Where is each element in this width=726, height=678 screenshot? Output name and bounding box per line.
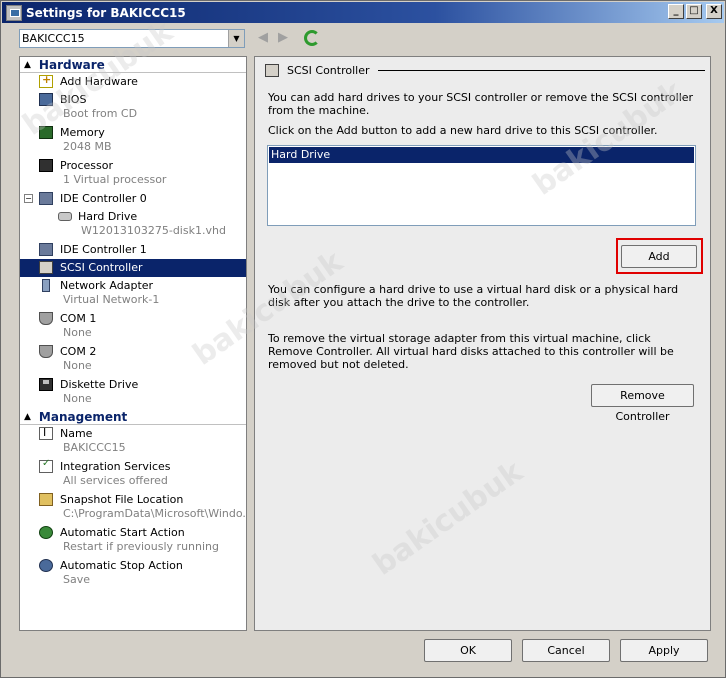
detail-title: SCSI Controller	[287, 64, 370, 77]
collapse-icon[interactable]: ▲	[24, 60, 31, 70]
instruction-text: Click on the Add button to add a new har…	[268, 124, 658, 137]
settings-window: Settings for BAKICCC15 _ □ X BAKICCC15 ▼…	[0, 0, 726, 678]
integration-services-icon	[39, 458, 53, 473]
hard-drive-icon	[58, 212, 72, 221]
close-button[interactable]: X	[706, 4, 722, 19]
tree-item-ide-controller-0[interactable]: − IDE Controller 0	[20, 190, 246, 208]
bios-chip-icon	[39, 93, 53, 106]
tree-item-integration-services[interactable]: Integration Services All services offere…	[20, 458, 246, 491]
back-arrow-icon[interactable]: ◀	[258, 31, 272, 45]
add-hardware-icon	[39, 73, 53, 88]
scsi-controller-icon	[39, 261, 53, 274]
tree-item-ide-controller-1[interactable]: IDE Controller 1	[20, 241, 246, 259]
add-button[interactable]: Add	[621, 245, 697, 268]
ok-button[interactable]: OK	[424, 639, 512, 662]
tree-item-com1[interactable]: COM 1 None	[20, 310, 246, 343]
minimize-button[interactable]: _	[668, 4, 684, 19]
list-item[interactable]: Hard Drive	[269, 147, 694, 163]
remove-controller-button[interactable]: Remove Controller	[591, 384, 694, 423]
configure-text: You can configure a hard drive to use a …	[268, 283, 679, 309]
hardware-section-header[interactable]: ▲ Hardware	[20, 57, 246, 73]
settings-app-icon	[6, 4, 22, 21]
snapshot-folder-icon	[39, 493, 53, 506]
com-port-icon	[39, 312, 53, 325]
tree-item-name[interactable]: Name BAKICCC15	[20, 425, 246, 458]
forward-arrow-icon[interactable]: ▶	[278, 31, 292, 45]
remove-info-text: To remove the virtual storage adapter fr…	[268, 332, 674, 371]
settings-tree: ▲ Hardware Add Hardware BIOS Boot from C…	[19, 56, 247, 631]
tree-item-diskette-drive[interactable]: Diskette Drive None	[20, 376, 246, 409]
tree-item-network-adapter[interactable]: Network Adapter Virtual Network-1	[20, 277, 246, 310]
title-divider	[377, 70, 705, 71]
maximize-button[interactable]: □	[686, 4, 702, 19]
scsi-controller-icon	[265, 64, 279, 77]
tree-item-scsi-controller[interactable]: SCSI Controller	[20, 259, 246, 277]
tree-item-com2[interactable]: COM 2 None	[20, 343, 246, 376]
detail-title-row: SCSI Controller	[265, 64, 705, 77]
stop-action-icon	[39, 559, 53, 572]
collapse-icon[interactable]: ▲	[24, 412, 31, 422]
tree-item-add-hardware[interactable]: Add Hardware	[20, 73, 246, 91]
floppy-disk-icon	[39, 378, 53, 391]
start-action-icon	[39, 526, 53, 539]
name-icon	[39, 426, 53, 440]
tree-item-hard-drive[interactable]: Hard Drive W12013103275-disk1.vhd	[20, 208, 246, 241]
window-title: Settings for BAKICCC15	[26, 5, 186, 20]
vm-selector-value: BAKICCC15	[22, 32, 85, 45]
ide-controller-icon	[39, 192, 53, 205]
title-bar-buttons: _ □ X	[668, 4, 722, 19]
detail-pane: SCSI Controller You can add hard drives …	[254, 56, 711, 631]
navigation-toolbar: ◀ ▶	[258, 30, 320, 46]
ide-controller-icon	[39, 243, 53, 256]
tree-item-memory[interactable]: Memory 2048 MB	[20, 124, 246, 157]
tree-item-processor[interactable]: Processor 1 Virtual processor	[20, 157, 246, 190]
tree-item-bios[interactable]: BIOS Boot from CD	[20, 91, 246, 124]
management-section-header[interactable]: ▲ Management	[20, 409, 246, 425]
network-adapter-icon	[42, 279, 50, 292]
tree-item-automatic-start-action[interactable]: Automatic Start Action Restart if previo…	[20, 524, 246, 557]
title-bar: Settings for BAKICCC15 _ □ X	[2, 2, 724, 23]
apply-button[interactable]: Apply	[620, 639, 708, 662]
memory-icon	[39, 126, 53, 139]
cancel-button[interactable]: Cancel	[522, 639, 610, 662]
processor-icon	[39, 159, 53, 172]
collapse-toggle-icon[interactable]: −	[24, 194, 33, 203]
tree-item-automatic-stop-action[interactable]: Automatic Stop Action Save	[20, 557, 246, 590]
chevron-down-icon[interactable]: ▼	[228, 30, 244, 47]
com-port-icon	[39, 345, 53, 358]
refresh-icon[interactable]	[304, 30, 320, 46]
drive-type-list[interactable]: Hard Drive	[267, 145, 696, 226]
intro-text: You can add hard drives to your SCSI con…	[268, 91, 694, 117]
tree-item-snapshot-file-location[interactable]: Snapshot File Location C:\ProgramData\Mi…	[20, 491, 246, 524]
vm-selector-dropdown[interactable]: BAKICCC15 ▼	[19, 29, 245, 48]
